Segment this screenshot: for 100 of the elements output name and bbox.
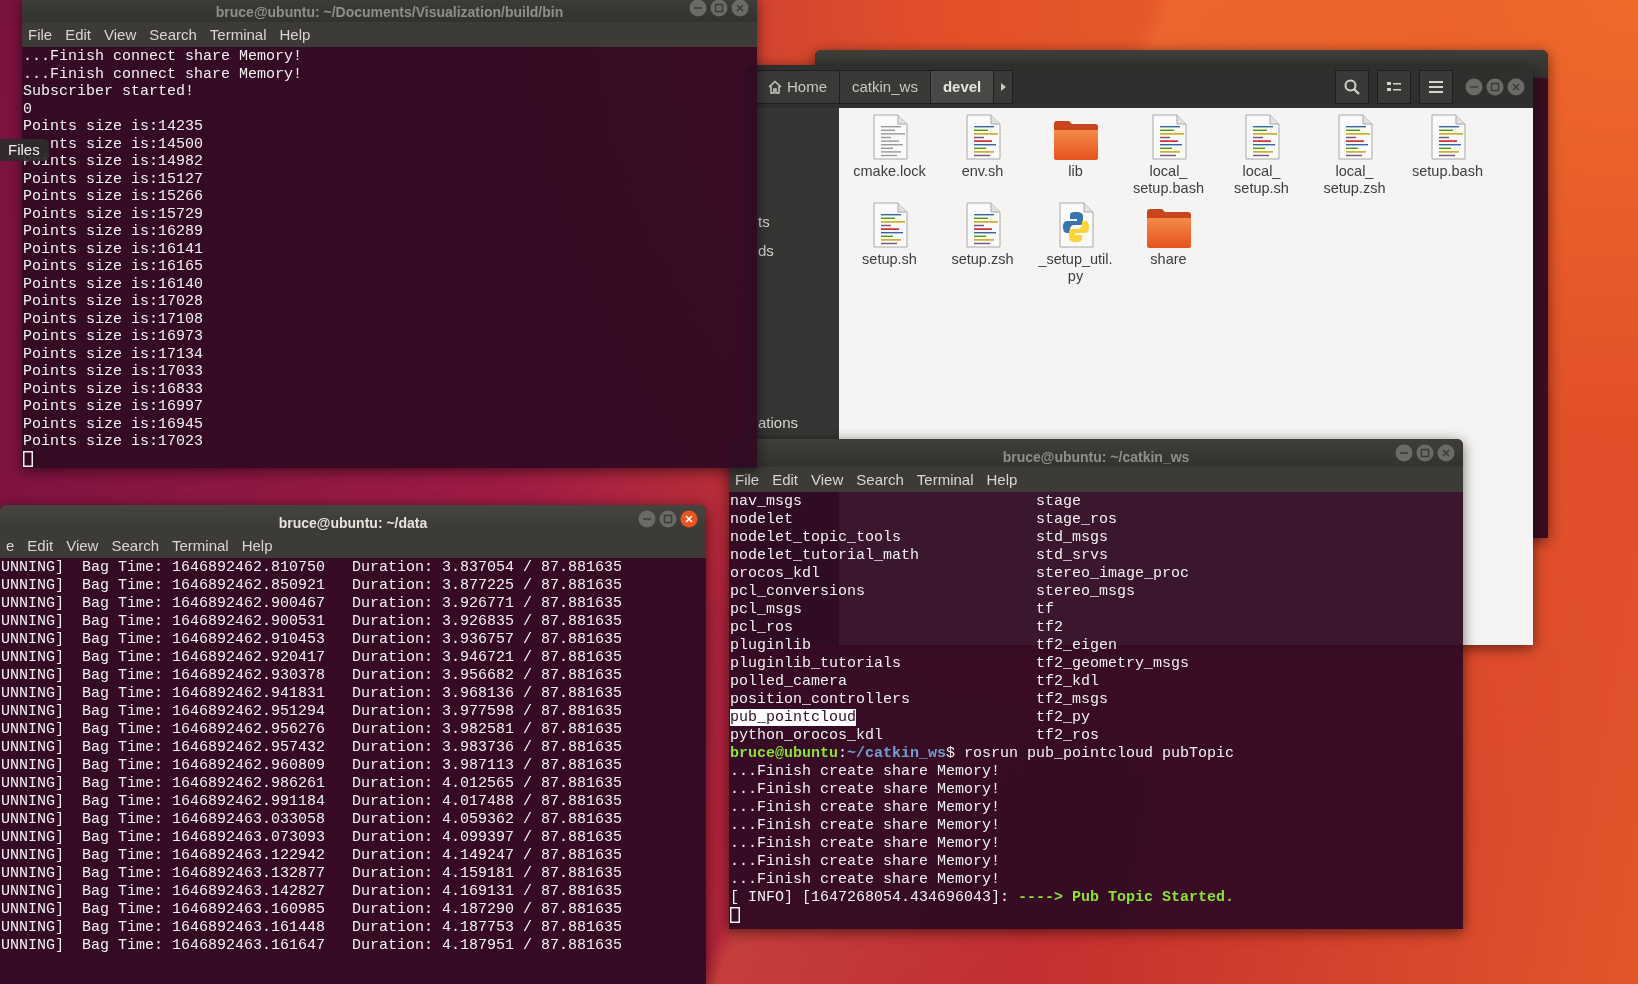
search-icon — [1344, 79, 1360, 95]
file-name[interactable]: setup.sh — [862, 251, 917, 268]
terminal-line: UNNING] Bag Time: 1646892462.900467 Duration: 3.926771 / 87.881635 — [1, 595, 623, 612]
menu-item[interactable]: File — [22, 26, 60, 43]
package-name: tf2_eigen — [1036, 637, 1117, 654]
terminal-line: Points size is:17108 — [23, 310, 204, 328]
package-name: stereo_msgs — [1036, 583, 1136, 600]
menu-item[interactable]: Help — [273, 26, 318, 43]
terminal-line: UNNING] Bag Time: 1646892463.122942 Duration: 4.149247 / 87.881635 — [1, 847, 623, 864]
path-button[interactable]: catkin_ws — [839, 69, 931, 104]
package-name: tf2_py — [1036, 709, 1090, 726]
close-button[interactable] — [680, 510, 698, 528]
package-name: stage_ros — [1036, 511, 1117, 528]
package-name: orocos_kdl — [730, 565, 820, 582]
path-button[interactable]: Home — [755, 69, 840, 104]
maximize-button[interactable] — [1416, 444, 1434, 462]
menu-item[interactable]: File — [729, 471, 767, 488]
menu-item[interactable]: Help — [980, 471, 1025, 488]
menu-item[interactable]: Terminal — [203, 26, 274, 43]
terminal-line: nts size is:14500 — [50, 135, 204, 153]
list-icon — [1386, 80, 1402, 94]
terminal-line: ...Finish create share Memory! — [730, 853, 1001, 870]
maximize-button[interactable] — [710, 0, 728, 17]
file-name[interactable]: lib — [1068, 163, 1083, 180]
package-name: position_controllers — [730, 691, 911, 708]
terminal-line: UNNING] Bag Time: 1646892463.161448 Duration: 4.187753 / 87.881635 — [1, 919, 623, 936]
menu-item[interactable]: Terminal — [910, 471, 981, 488]
view-options-button[interactable] — [1377, 70, 1411, 104]
menu-item[interactable]: Search — [850, 471, 911, 488]
menu-item[interactable]: Edit — [766, 471, 806, 488]
terminal-line: ...Finish connect share Memory! — [23, 65, 303, 83]
package-name: tf2_geometry_msgs — [1036, 655, 1190, 672]
script-file-icon — [964, 202, 1001, 248]
menu-item[interactable]: Edit — [59, 26, 99, 43]
sidebar-item[interactable]: ts — [758, 213, 839, 230]
menu-item[interactable]: View — [60, 537, 106, 554]
file-name[interactable]: cmake.lock — [853, 163, 926, 180]
terminal-line: Points size is:17028 — [23, 293, 204, 310]
menu-item[interactable]: Terminal — [166, 537, 236, 554]
menu-button[interactable] — [1419, 70, 1453, 104]
terminal-line: UNNING] Bag Time: 1646892462.991184 Duration: 4.017488 / 87.881635 — [1, 793, 623, 810]
script-file-icon — [1336, 114, 1373, 160]
sidebar-item[interactable]: ds — [758, 242, 839, 259]
file-name[interactable]: _setup_util. py — [1038, 251, 1113, 285]
maximize-button[interactable] — [1486, 77, 1504, 96]
package-name: pcl_msgs — [730, 601, 802, 618]
menu-item[interactable]: Help — [235, 537, 280, 554]
terminal-line: Points size is:14235 — [23, 118, 204, 135]
minimize-button[interactable] — [638, 510, 656, 528]
search-button[interactable] — [1335, 70, 1369, 104]
menu-item[interactable]: e — [0, 537, 22, 554]
terminal-line: bruce@ubuntu:~/catkin_ws$ rosrun pub_pointcloud pubTopic — [730, 745, 1235, 762]
file-name[interactable]: setup.zsh — [951, 251, 1014, 268]
folder-icon — [1052, 120, 1099, 160]
package-name: tf — [1036, 601, 1054, 618]
file-name[interactable]: local_ setup.bash — [1133, 163, 1204, 197]
window-title: bruce@ubuntu: ~/data — [278, 515, 428, 531]
terminal-line: Points size is:16140 — [23, 275, 204, 293]
menu-item[interactable]: View — [98, 26, 144, 43]
terminal-line: ...Finish create share Memory! — [730, 835, 1001, 852]
minimize-button[interactable] — [1395, 444, 1413, 462]
terminal-line: UNNING] Bag Time: 1646892462.850921 Duration: 3.877225 / 87.881635 — [1, 577, 623, 594]
file-name[interactable]: env.sh — [961, 163, 1004, 180]
file-name[interactable]: share — [1150, 251, 1187, 268]
sidebar-item[interactable]: ations — [758, 414, 839, 431]
terminal-line: Points size is:16973 — [23, 328, 204, 345]
package-name: std_srvs — [1036, 547, 1108, 564]
terminal-line: UNNING] Bag Time: 1646892463.073093 Duration: 4.099397 / 87.881635 — [1, 829, 623, 846]
minimize-button[interactable] — [689, 0, 707, 17]
terminal-line: Points size is:16997 — [23, 398, 204, 415]
package-name: tf2_msgs — [1036, 691, 1108, 708]
terminal-line: UNNING] Bag Time: 1646892462.956276 Duration: 3.982581 / 87.881635 — [1, 721, 623, 738]
terminal-line: UNNING] Bag Time: 1646892463.033058 Duration: 4.059362 / 87.881635 — [1, 811, 623, 828]
file-name[interactable]: setup.bash — [1412, 163, 1483, 180]
terminal-line: Points size is:17033 — [23, 363, 204, 380]
package-name: nodelet_topic_tools — [730, 529, 902, 546]
terminal-line: Points size is:14982 — [23, 153, 204, 170]
terminal-line: UNNING] Bag Time: 1646892462.910453 Duration: 3.936757 / 87.881635 — [1, 631, 623, 648]
menu-item[interactable]: Edit — [21, 537, 61, 554]
file-name[interactable]: local_ setup.sh — [1234, 163, 1289, 197]
terminal-line: Points size is:16833 — [23, 380, 204, 398]
menu-item[interactable]: View — [805, 471, 851, 488]
package-name: pluginlib — [730, 637, 811, 654]
menu-item[interactable]: Search — [143, 26, 204, 43]
menu-item[interactable]: Search — [105, 537, 166, 554]
package-name: nodelet_tutorial_math — [730, 547, 920, 564]
terminal-line: UNNING] Bag Time: 1646892463.132877 Duration: 4.159181 / 87.881635 — [1, 865, 623, 882]
terminal-line: ...Finish create share Memory! — [730, 799, 1001, 816]
terminal-line: UNNING] Bag Time: 1646892462.930378 Duration: 3.956682 / 87.881635 — [1, 667, 623, 684]
minimize-button[interactable] — [1465, 77, 1483, 96]
terminal-line: Points size is:15729 — [23, 205, 204, 223]
next-path-button[interactable] — [993, 69, 1014, 104]
terminal-line: UNNING] Bag Time: 1646892463.161647 Duration: 4.187951 / 87.881635 — [1, 937, 623, 954]
window-title: bruce@ubuntu: ~/Documents/Visualization/build/bin — [215, 4, 564, 20]
path-button[interactable]: devel — [929, 69, 995, 104]
package-name: tf2 — [1036, 619, 1063, 636]
script-file-icon — [964, 114, 1001, 160]
package-name: pub_pointcloud — [730, 709, 857, 726]
home-icon — [768, 79, 782, 94]
file-name[interactable]: local_ setup.zsh — [1323, 163, 1386, 197]
